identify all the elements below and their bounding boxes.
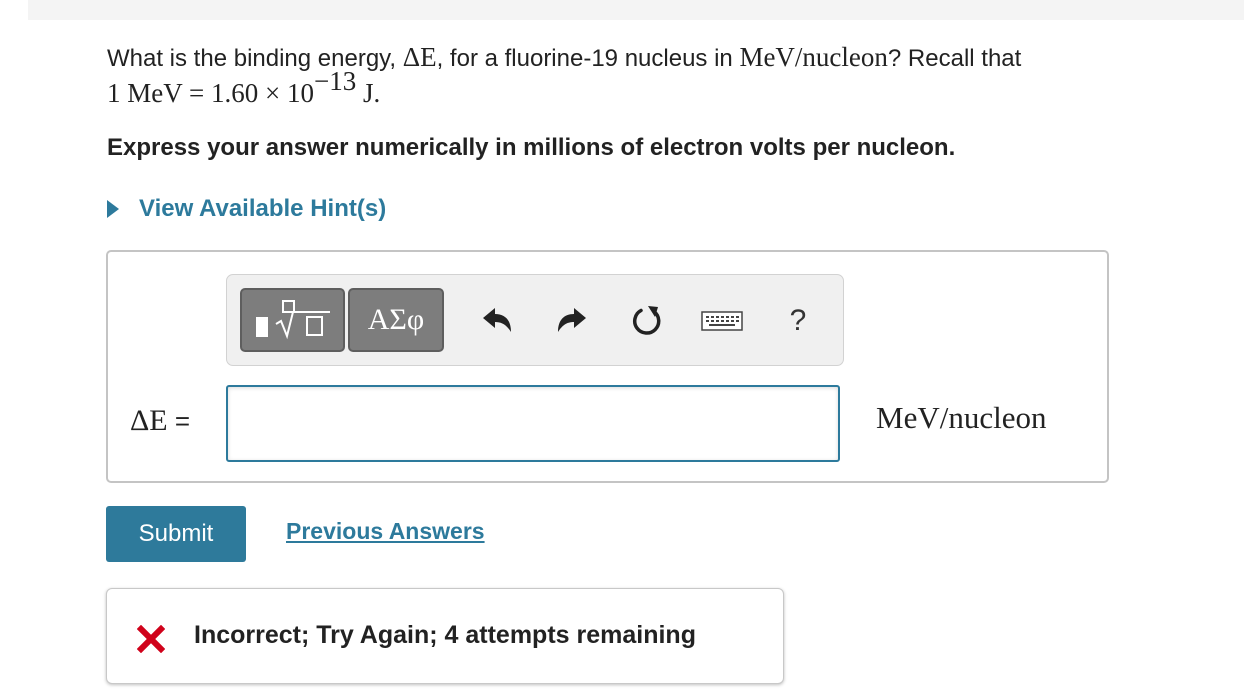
answer-units: MeV/nucleon: [876, 400, 1047, 435]
undo-button[interactable]: [475, 297, 519, 345]
reset-icon: [633, 306, 661, 335]
question-symbol: ΔE: [402, 42, 437, 72]
conversion-rhs: J.: [356, 78, 381, 108]
caret-right-icon: [107, 200, 119, 218]
reset-button[interactable]: [625, 297, 669, 345]
keyboard-icon: [701, 311, 743, 331]
question-middle: , for a fluorine-19 nucleus in: [436, 45, 740, 72]
redo-icon: [558, 308, 586, 332]
greek-symbols-button[interactable]: ΑΣφ: [348, 288, 444, 352]
help-icon: ?: [789, 304, 807, 337]
templates-button[interactable]: [240, 288, 345, 352]
help-button[interactable]: ?: [776, 297, 820, 345]
undo-icon: [483, 308, 511, 332]
answer-instruction: Express your answer numerically in milli…: [107, 134, 956, 161]
question-end: ? Recall that: [887, 45, 1022, 72]
top-bar: [28, 0, 1244, 20]
submit-button[interactable]: Submit: [106, 506, 246, 562]
conversion-lhs: 1 MeV = 1.60 × 10: [107, 78, 314, 108]
answer-variable: ΔE: [130, 404, 168, 437]
redo-button[interactable]: [550, 297, 594, 345]
answer-input[interactable]: [226, 385, 840, 462]
feedback-message: Incorrect; Try Again; 4 attempts remaini…: [194, 621, 696, 649]
templates-icon: [255, 300, 330, 340]
question-text: What is the binding energy, ΔE, for a fl…: [107, 40, 1197, 112]
view-hints-toggle[interactable]: View Available Hint(s): [107, 193, 386, 225]
math-toolbar: ΑΣφ ?: [226, 274, 844, 366]
previous-answers-link[interactable]: Previous Answers: [286, 518, 485, 545]
answer-equals: =: [167, 406, 191, 436]
feedback-panel: Incorrect; Try Again; 4 attempts remaini…: [106, 588, 784, 684]
answer-variable-label: ΔE =: [130, 404, 190, 438]
question-intro: What is the binding energy,: [107, 45, 403, 72]
question-unit: MeV/nucleon: [739, 42, 888, 72]
conversion-exponent: −13: [313, 66, 357, 96]
keyboard-button[interactable]: [700, 297, 744, 345]
view-hints-label: View Available Hint(s): [139, 195, 387, 222]
error-x-icon: [137, 625, 165, 653]
